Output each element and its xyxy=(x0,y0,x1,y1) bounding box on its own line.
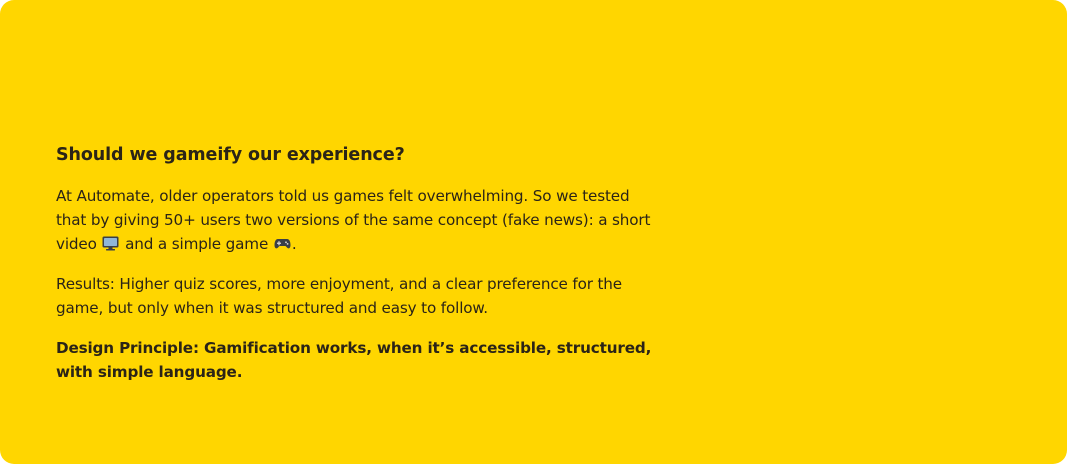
intro-paragraph: At Automate, older operators told us gam… xyxy=(56,184,656,256)
content-card: Should we gameify our experience? At Aut… xyxy=(0,0,1067,464)
card-heading: Should we gameify our experience? xyxy=(56,145,405,165)
results-paragraph: Results: Higher quiz scores, more enjoym… xyxy=(56,275,622,317)
intro-text-part2: and a simple game xyxy=(125,235,269,253)
card-content: Should we gameify our experience? At Aut… xyxy=(56,142,656,400)
intro-text-part3: . xyxy=(291,235,297,253)
tv-icon xyxy=(102,236,119,251)
design-principle-paragraph: Design Principle: Gamification works, wh… xyxy=(56,339,652,381)
gamepad-icon xyxy=(274,239,291,249)
